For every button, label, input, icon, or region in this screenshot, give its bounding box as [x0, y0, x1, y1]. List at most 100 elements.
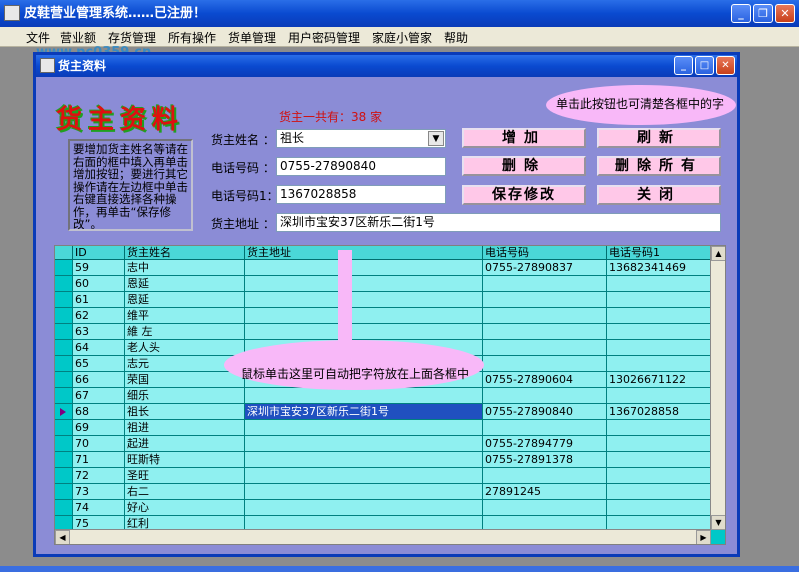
table-cell[interactable]	[483, 340, 607, 356]
column-header[interactable]: ID	[73, 246, 125, 260]
table-cell[interactable]: 維 左	[125, 324, 245, 340]
table-cell[interactable]: 13026671122	[607, 372, 711, 388]
table-cell[interactable]	[483, 388, 607, 404]
table-row[interactable]: 61 恩延	[55, 292, 711, 308]
table-cell[interactable]: 恩延	[125, 276, 245, 292]
table-cell[interactable]: 27891245	[483, 484, 607, 500]
menu-passwords[interactable]: 用户密码管理	[288, 29, 360, 46]
table-cell[interactable]: 69	[73, 420, 125, 436]
scroll-down-icon[interactable]: ▼	[711, 515, 725, 530]
table-cell[interactable]	[245, 436, 483, 452]
delete-button[interactable]: 删除	[462, 156, 586, 176]
table-cell[interactable]: 62	[73, 308, 125, 324]
table-cell[interactable]	[483, 420, 607, 436]
table-row[interactable]: 74 好心	[55, 500, 711, 516]
table-cell[interactable]	[483, 292, 607, 308]
row-selector[interactable]	[55, 372, 73, 388]
maximize-icon[interactable]: □	[695, 56, 714, 75]
menu-revenue[interactable]: 营业额	[60, 29, 96, 46]
table-row[interactable]: 70 起进 0755-27894779	[55, 436, 711, 452]
table-cell[interactable]: 1367028858	[607, 404, 711, 420]
row-selector[interactable]	[55, 324, 73, 340]
table-cell[interactable]	[607, 452, 711, 468]
row-selector[interactable]	[55, 436, 73, 452]
minimize-icon[interactable]: _	[674, 56, 693, 75]
close-icon[interactable]: ✕	[775, 4, 795, 23]
table-cell[interactable]	[245, 484, 483, 500]
table-row[interactable]: 63 維 左	[55, 324, 711, 340]
table-cell[interactable]: 圣旺	[125, 468, 245, 484]
refresh-button[interactable]: 刷新	[597, 128, 721, 148]
row-selector[interactable]	[55, 484, 73, 500]
table-cell[interactable]: 0755-27891378	[483, 452, 607, 468]
scroll-left-icon[interactable]: ◀	[55, 530, 70, 544]
column-header[interactable]: 电话号码	[483, 246, 607, 260]
table-cell[interactable]	[607, 356, 711, 372]
column-header[interactable]: 货主地址	[245, 246, 483, 260]
table-cell[interactable]: 63	[73, 324, 125, 340]
table-cell[interactable]	[245, 468, 483, 484]
row-selector[interactable]	[55, 404, 73, 420]
table-cell[interactable]: 祖长	[125, 404, 245, 420]
menu-home[interactable]: 家庭小管家	[372, 29, 432, 46]
table-cell[interactable]	[607, 340, 711, 356]
table-cell[interactable]: 祖进	[125, 420, 245, 436]
close-icon[interactable]: ✕	[716, 56, 735, 75]
table-cell[interactable]	[245, 388, 483, 404]
table-cell[interactable]: 老人头	[125, 340, 245, 356]
table-cell[interactable]	[607, 276, 711, 292]
row-selector[interactable]	[55, 500, 73, 516]
table-cell[interactable]	[607, 420, 711, 436]
owner-table[interactable]: ID 货主姓名 货主地址 电话号码 电话号码1 59 志中 0755-2789083…	[54, 245, 726, 545]
table-cell[interactable]: 74	[73, 500, 125, 516]
table-cell[interactable]: 61	[73, 292, 125, 308]
table-cell[interactable]	[245, 324, 483, 340]
row-selector[interactable]	[55, 292, 73, 308]
address-field[interactable]: 深圳市宝安37区新乐二街1号	[276, 213, 721, 232]
table-cell[interactable]	[483, 324, 607, 340]
table-cell[interactable]: 0755-27890604	[483, 372, 607, 388]
table-cell[interactable]: 0755-27890840	[483, 404, 607, 420]
owner-name-combo[interactable]: 祖长 ▼	[276, 129, 446, 148]
phone-field[interactable]: 0755-27890840	[276, 157, 446, 176]
table-cell[interactable]: 恩延	[125, 292, 245, 308]
table-cell[interactable]	[607, 484, 711, 500]
menu-operations[interactable]: 所有操作	[168, 29, 216, 46]
chevron-down-icon[interactable]: ▼	[428, 131, 444, 146]
table-cell[interactable]: 荣国	[125, 372, 245, 388]
table-cell[interactable]	[245, 308, 483, 324]
table-cell[interactable]	[483, 468, 607, 484]
table-row[interactable]: 59 志中 0755-27890837 13682341469	[55, 260, 711, 276]
table-cell[interactable]	[245, 260, 483, 276]
table-cell[interactable]: 68	[73, 404, 125, 420]
table-cell[interactable]: 66	[73, 372, 125, 388]
table-row[interactable]: 71 旺斯特 0755-27891378	[55, 452, 711, 468]
row-selector[interactable]	[55, 308, 73, 324]
table-row[interactable]: 68 祖长 深圳市宝安37区新乐二街1号 0755-27890840 136702885…	[55, 404, 711, 420]
save-button[interactable]: 保存修改	[462, 185, 586, 205]
vertical-scrollbar[interactable]: ▲ ▼	[710, 246, 725, 530]
table-cell[interactable]: 深圳市宝安37区新乐二街1号	[245, 404, 483, 420]
table-cell[interactable]	[607, 468, 711, 484]
horizontal-scrollbar[interactable]: ◀ ▶	[55, 529, 711, 544]
table-cell[interactable]	[607, 308, 711, 324]
table-cell[interactable]: 13682341469	[607, 260, 711, 276]
table-cell[interactable]: 70	[73, 436, 125, 452]
table-cell[interactable]	[245, 292, 483, 308]
table-cell[interactable]: 维平	[125, 308, 245, 324]
column-header[interactable]: 货主姓名	[125, 246, 245, 260]
table-cell[interactable]	[607, 324, 711, 340]
table-cell[interactable]	[245, 276, 483, 292]
minimize-icon[interactable]: _	[731, 4, 751, 23]
table-cell[interactable]: 73	[73, 484, 125, 500]
table-cell[interactable]	[607, 500, 711, 516]
scroll-up-icon[interactable]: ▲	[711, 246, 725, 261]
table-cell[interactable]: 71	[73, 452, 125, 468]
column-header[interactable]: 电话号码1	[607, 246, 711, 260]
row-selector[interactable]	[55, 356, 73, 372]
menu-file[interactable]: 文件	[26, 29, 50, 46]
row-selector[interactable]	[55, 260, 73, 276]
row-selector[interactable]	[55, 420, 73, 436]
scroll-right-icon[interactable]: ▶	[696, 530, 711, 544]
row-selector[interactable]	[55, 468, 73, 484]
